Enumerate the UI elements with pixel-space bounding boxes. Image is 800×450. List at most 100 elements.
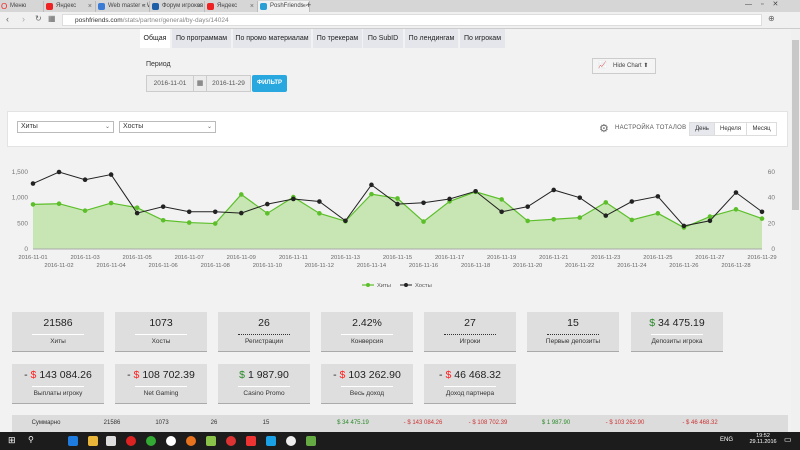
- x-tick-label: 2016-11-06: [149, 263, 178, 269]
- hits-point: [499, 197, 504, 202]
- hosts-point: [238, 210, 244, 216]
- hosts-point: [56, 169, 62, 175]
- nav-tab[interactable]: По игрокам: [460, 29, 505, 48]
- reload-icon[interactable]: ↻: [35, 14, 42, 23]
- hosts-point: [499, 209, 504, 215]
- metric-right-select[interactable]: Хосты ⌄: [119, 121, 216, 133]
- metric-left-select[interactable]: Хиты ⌄: [17, 121, 114, 133]
- chrome-icon[interactable]: [146, 436, 156, 446]
- totals-settings-link[interactable]: НАСТРОЙКА ТОТАЛОВ: [615, 125, 686, 131]
- close-icon[interactable]: ×: [88, 1, 92, 12]
- favicon-icon: [46, 3, 53, 10]
- summary-cell: 21586: [103, 420, 121, 426]
- calendar-icon[interactable]: ▦: [193, 75, 207, 92]
- browser-tab[interactable]: Яндекс ×: [44, 1, 96, 12]
- summary-cell: - $ 103 262.90: [605, 420, 645, 426]
- summary-cell: $ 34 475.19: [337, 420, 369, 426]
- y-left-tick-label: 0: [24, 246, 28, 253]
- explorer-icon[interactable]: [88, 436, 98, 446]
- firefox-icon[interactable]: [186, 436, 196, 446]
- currency-symbol: $: [649, 317, 656, 329]
- poker-icon[interactable]: [226, 436, 236, 446]
- date-from-input[interactable]: 2016-11-01: [146, 75, 194, 92]
- period-month-button[interactable]: Месяц: [746, 122, 777, 136]
- nav-tab[interactable]: По промо материалам: [233, 29, 311, 48]
- hosts-point: [108, 172, 114, 177]
- hosts-point: [343, 218, 348, 224]
- date-to-input[interactable]: 2016-11-29: [206, 75, 251, 92]
- nav-tab[interactable]: По лендингам: [405, 29, 458, 48]
- nav-tab[interactable]: Общая: [140, 29, 170, 48]
- summary-cell: Суммарно: [31, 420, 61, 426]
- hosts-point: [395, 201, 400, 207]
- summary-cell: 26: [210, 420, 218, 426]
- divider: [547, 334, 599, 335]
- clock[interactable]: 19:52 29.11.2016: [748, 433, 778, 445]
- gear-icon[interactable]: ⚙: [599, 122, 609, 135]
- url-input[interactable]: poshfriends.com/stats/partner/general/by…: [62, 14, 762, 26]
- x-tick-label: 2016-11-16: [409, 263, 438, 269]
- stat-card: 15 Первые депозиты: [527, 312, 619, 352]
- stat-value-row: 27: [424, 317, 516, 330]
- windows-start-icon[interactable]: ⊞: [8, 435, 16, 446]
- search-icon[interactable]: ⚲: [28, 435, 34, 444]
- close-icon[interactable]: ×: [142, 1, 146, 12]
- close-icon[interactable]: ×: [250, 1, 254, 12]
- stat-amount: 108 702.39: [142, 369, 195, 381]
- browser-tab[interactable]: Web master « Web master×: [96, 1, 150, 12]
- stat-label: Весь доход: [349, 390, 385, 397]
- pokerstars-icon[interactable]: [246, 436, 256, 446]
- period-day-button[interactable]: День: [689, 122, 715, 136]
- legend-hosts-label: Хосты: [415, 283, 432, 289]
- divider: [32, 334, 84, 335]
- new-tab-button[interactable]: +: [306, 0, 311, 10]
- x-tick-label: 2016-11-24: [617, 263, 647, 269]
- menu-label: Меню: [10, 3, 27, 9]
- close-icon[interactable]: ×: [197, 1, 201, 12]
- stat-card: 1073 Хосты: [115, 312, 207, 352]
- chart-icon: 📈: [598, 62, 607, 69]
- stat-value: 27: [464, 317, 476, 329]
- browser-tab[interactable]: PoshFriends - Партнерск×: [258, 1, 310, 12]
- store-icon[interactable]: [106, 436, 116, 446]
- shield-app-icon[interactable]: [306, 436, 316, 446]
- browser-tab[interactable]: Форум игроков онлайн-к×: [150, 1, 205, 12]
- browser-menu-button[interactable]: O Меню: [0, 1, 44, 12]
- nav-tab[interactable]: По трекерам: [313, 29, 362, 48]
- opera-icon: O: [1, 2, 8, 11]
- app-icon[interactable]: [206, 436, 216, 446]
- divider: [341, 386, 393, 387]
- opera-taskbar-icon[interactable]: [126, 436, 136, 446]
- period-week-button[interactable]: Неделя: [714, 122, 747, 136]
- back-icon[interactable]: ‹: [6, 14, 9, 24]
- window-controls[interactable]: —▫✕: [745, 0, 787, 8]
- stat-card: 21586 Хиты: [12, 312, 104, 352]
- hosts-point: [655, 194, 661, 199]
- browser-tab-bar: OМеню Яндекс×Web master « Web master×Фор…: [0, 0, 800, 12]
- speed-dial-icon[interactable]: ▦: [48, 14, 56, 23]
- x-tick-label: 2016-11-25: [643, 255, 672, 261]
- language-indicator[interactable]: ENG: [720, 437, 733, 443]
- y-right-tick-label: 0: [771, 246, 775, 253]
- edge-icon[interactable]: [68, 436, 78, 446]
- forward-icon[interactable]: ›: [22, 14, 25, 24]
- nav-tab[interactable]: По SubID: [363, 29, 403, 48]
- y-left-tick-label: 1,000: [12, 195, 29, 202]
- notifications-icon[interactable]: ▭: [784, 435, 792, 444]
- nav-tab[interactable]: По программам: [172, 29, 231, 48]
- filter-button[interactable]: ФИЛЬТР: [252, 75, 287, 92]
- x-tick-label: 2016-11-21: [539, 255, 568, 261]
- x-tick-label: 2016-11-04: [96, 263, 126, 269]
- browser-tab[interactable]: Яндекс ×: [205, 1, 258, 12]
- hide-chart-button[interactable]: 📈 Hide Chart ⬆: [592, 58, 656, 74]
- skype-icon[interactable]: [266, 436, 276, 446]
- stat-card: 26 Регистрации: [218, 312, 310, 352]
- scrollbar-thumb[interactable]: [792, 40, 799, 210]
- download-icon[interactable]: ⊕: [768, 14, 775, 23]
- settings-icon[interactable]: [286, 436, 296, 446]
- hits-point: [369, 191, 374, 197]
- stat-value-row: - $ 143 084.26: [12, 369, 104, 382]
- x-tick-label: 2016-11-05: [123, 255, 152, 261]
- yandex-browser-icon[interactable]: [166, 436, 176, 446]
- url-domain: poshfriends.com: [75, 17, 123, 24]
